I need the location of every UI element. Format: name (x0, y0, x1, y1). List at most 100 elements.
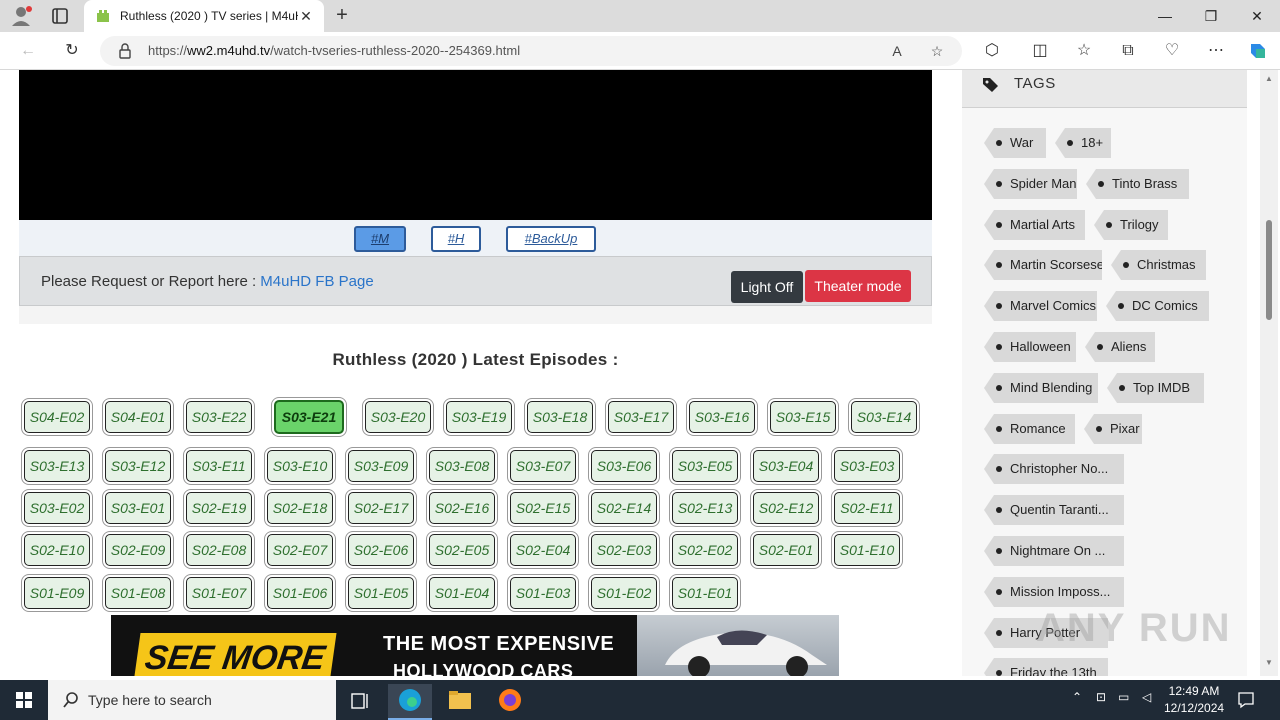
episode-button[interactable]: S02-E02 (672, 534, 738, 566)
tag-link[interactable]: Spider Man (984, 169, 1077, 199)
episode-button[interactable]: S01-E02 (591, 577, 657, 609)
more-options-icon[interactable]: ⋯ (1202, 38, 1230, 64)
episode-button[interactable]: S01-E04 (429, 577, 495, 609)
episode-button[interactable]: S03-E16 (689, 401, 755, 433)
episode-button[interactable]: S03-E20 (365, 401, 431, 433)
episode-button[interactable]: S04-E02 (24, 401, 90, 433)
episode-button[interactable]: S02-E11 (834, 492, 900, 524)
restore-button[interactable]: ❐ (1188, 0, 1234, 32)
tag-link[interactable]: Top IMDB (1107, 373, 1204, 403)
notifications-icon[interactable] (1236, 690, 1256, 710)
tag-link[interactable]: Christmas (1111, 250, 1206, 280)
episode-button[interactable]: S02-E01 (753, 534, 819, 566)
file-explorer-icon[interactable] (438, 684, 482, 720)
episode-button[interactable]: S03-E07 (510, 450, 576, 482)
episode-button[interactable]: S03-E21 (274, 400, 344, 434)
tag-link[interactable]: Romance (984, 414, 1075, 444)
server-h-button[interactable]: #H (431, 226, 481, 252)
tag-link[interactable]: Quentin Taranti... (984, 495, 1124, 525)
episode-button[interactable]: S02-E16 (429, 492, 495, 524)
tab-close-icon[interactable]: ✕ (298, 8, 314, 24)
extensions-icon[interactable]: ⬡ (978, 38, 1006, 64)
episode-button[interactable]: S01-E10 (834, 534, 900, 566)
firefox-icon[interactable] (488, 684, 532, 720)
favorite-star-icon[interactable]: ☆ (926, 41, 948, 61)
tag-link[interactable]: Mind Blending (984, 373, 1098, 403)
scroll-up-icon[interactable]: ▲ (1265, 74, 1273, 83)
edge-taskbar-icon[interactable] (388, 684, 432, 720)
episode-button[interactable]: S03-E08 (429, 450, 495, 482)
tag-link[interactable]: DC Comics (1106, 291, 1209, 321)
split-screen-icon[interactable]: ◫ (1026, 38, 1054, 64)
episode-button[interactable]: S03-E17 (608, 401, 674, 433)
episode-button[interactable]: S03-E15 (770, 401, 836, 433)
episode-button[interactable]: S02-E13 (672, 492, 738, 524)
episode-button[interactable]: S03-E10 (267, 450, 333, 482)
episode-button[interactable]: S03-E19 (446, 401, 512, 433)
tag-link[interactable]: Tinto Brass (1086, 169, 1189, 199)
episode-button[interactable]: S02-E06 (348, 534, 414, 566)
server-m-button[interactable]: #M (354, 226, 406, 252)
tag-link[interactable]: 18+ (1055, 128, 1111, 158)
episode-button[interactable]: S03-E11 (186, 450, 252, 482)
back-button[interactable]: ← (14, 38, 42, 64)
episode-button[interactable]: S03-E12 (105, 450, 171, 482)
page-scrollbar[interactable]: ▲ ▼ (1260, 70, 1278, 676)
tag-link[interactable]: Martin Scorsese (984, 250, 1102, 280)
episode-button[interactable]: S02-E17 (348, 492, 414, 524)
windows-start-icon[interactable] (0, 680, 48, 720)
url-text[interactable]: https://ww2.m4uhd.tv/watch-tvseries-ruth… (148, 43, 520, 58)
scroll-down-icon[interactable]: ▼ (1265, 658, 1273, 667)
ad-cta[interactable]: SEE MORE (133, 633, 337, 676)
episode-button[interactable]: S02-E07 (267, 534, 333, 566)
read-aloud-icon[interactable]: A (886, 41, 908, 61)
episode-button[interactable]: S02-E12 (753, 492, 819, 524)
episode-button[interactable]: S04-E01 (105, 401, 171, 433)
episode-button[interactable]: S01-E07 (186, 577, 252, 609)
episode-button[interactable]: S02-E05 (429, 534, 495, 566)
minimize-button[interactable]: — (1142, 0, 1188, 32)
episode-button[interactable]: S02-E14 (591, 492, 657, 524)
episode-button[interactable]: S03-E04 (753, 450, 819, 482)
episode-button[interactable]: S03-E09 (348, 450, 414, 482)
scrollbar-thumb[interactable] (1266, 220, 1272, 320)
episode-button[interactable]: S03-E03 (834, 450, 900, 482)
episode-button[interactable]: S01-E09 (24, 577, 90, 609)
volume-icon[interactable]: ◁ (1142, 690, 1151, 704)
tag-link[interactable]: Aliens (1085, 332, 1155, 362)
theater-mode-button[interactable]: Theater mode (805, 270, 911, 302)
episode-button[interactable]: S03-E18 (527, 401, 593, 433)
episode-button[interactable]: S02-E18 (267, 492, 333, 524)
network-icon[interactable]: ▭ (1118, 690, 1129, 704)
server-backup-button[interactable]: #BackUp (506, 226, 596, 252)
window-close-button[interactable]: ✕ (1234, 0, 1280, 32)
fb-page-link[interactable]: M4uHD FB Page (260, 273, 373, 290)
episode-button[interactable]: S03-E22 (186, 401, 252, 433)
favorites-icon[interactable]: ☆ (1070, 38, 1098, 64)
episode-button[interactable]: S02-E10 (24, 534, 90, 566)
episode-button[interactable]: S03-E02 (24, 492, 90, 524)
lock-icon[interactable] (118, 43, 132, 59)
taskbar-clock[interactable]: 12:49 AM 12/12/2024 (1164, 683, 1224, 717)
episode-button[interactable]: S01-E08 (105, 577, 171, 609)
episode-button[interactable]: S03-E06 (591, 450, 657, 482)
browser-essentials-icon[interactable]: ♡ (1158, 38, 1186, 64)
episode-button[interactable]: S02-E19 (186, 492, 252, 524)
episode-button[interactable]: S03-E14 (851, 401, 917, 433)
video-player[interactable] (19, 70, 932, 220)
taskbar-search[interactable]: Type here to search (48, 680, 336, 720)
task-view-icon[interactable] (338, 684, 382, 720)
tag-link[interactable]: Mission Imposs... (984, 577, 1124, 607)
tab-actions-icon[interactable] (46, 4, 74, 28)
collections-icon[interactable]: ⧉ (1114, 38, 1142, 64)
tag-link[interactable]: Pixar (1084, 414, 1142, 444)
ad-banner[interactable]: SEE MORE THE MOST EXPENSIVE HOLLYWOOD CA… (111, 615, 839, 676)
copilot-icon[interactable] (1244, 38, 1272, 64)
new-tab-button[interactable]: + (330, 4, 354, 28)
tag-link[interactable]: Halloween (984, 332, 1076, 362)
tag-link[interactable]: Friday the 13th (984, 658, 1108, 676)
tag-link[interactable]: War (984, 128, 1046, 158)
episode-button[interactable]: S02-E09 (105, 534, 171, 566)
light-off-button[interactable]: Light Off (731, 271, 803, 303)
episode-button[interactable]: S02-E03 (591, 534, 657, 566)
